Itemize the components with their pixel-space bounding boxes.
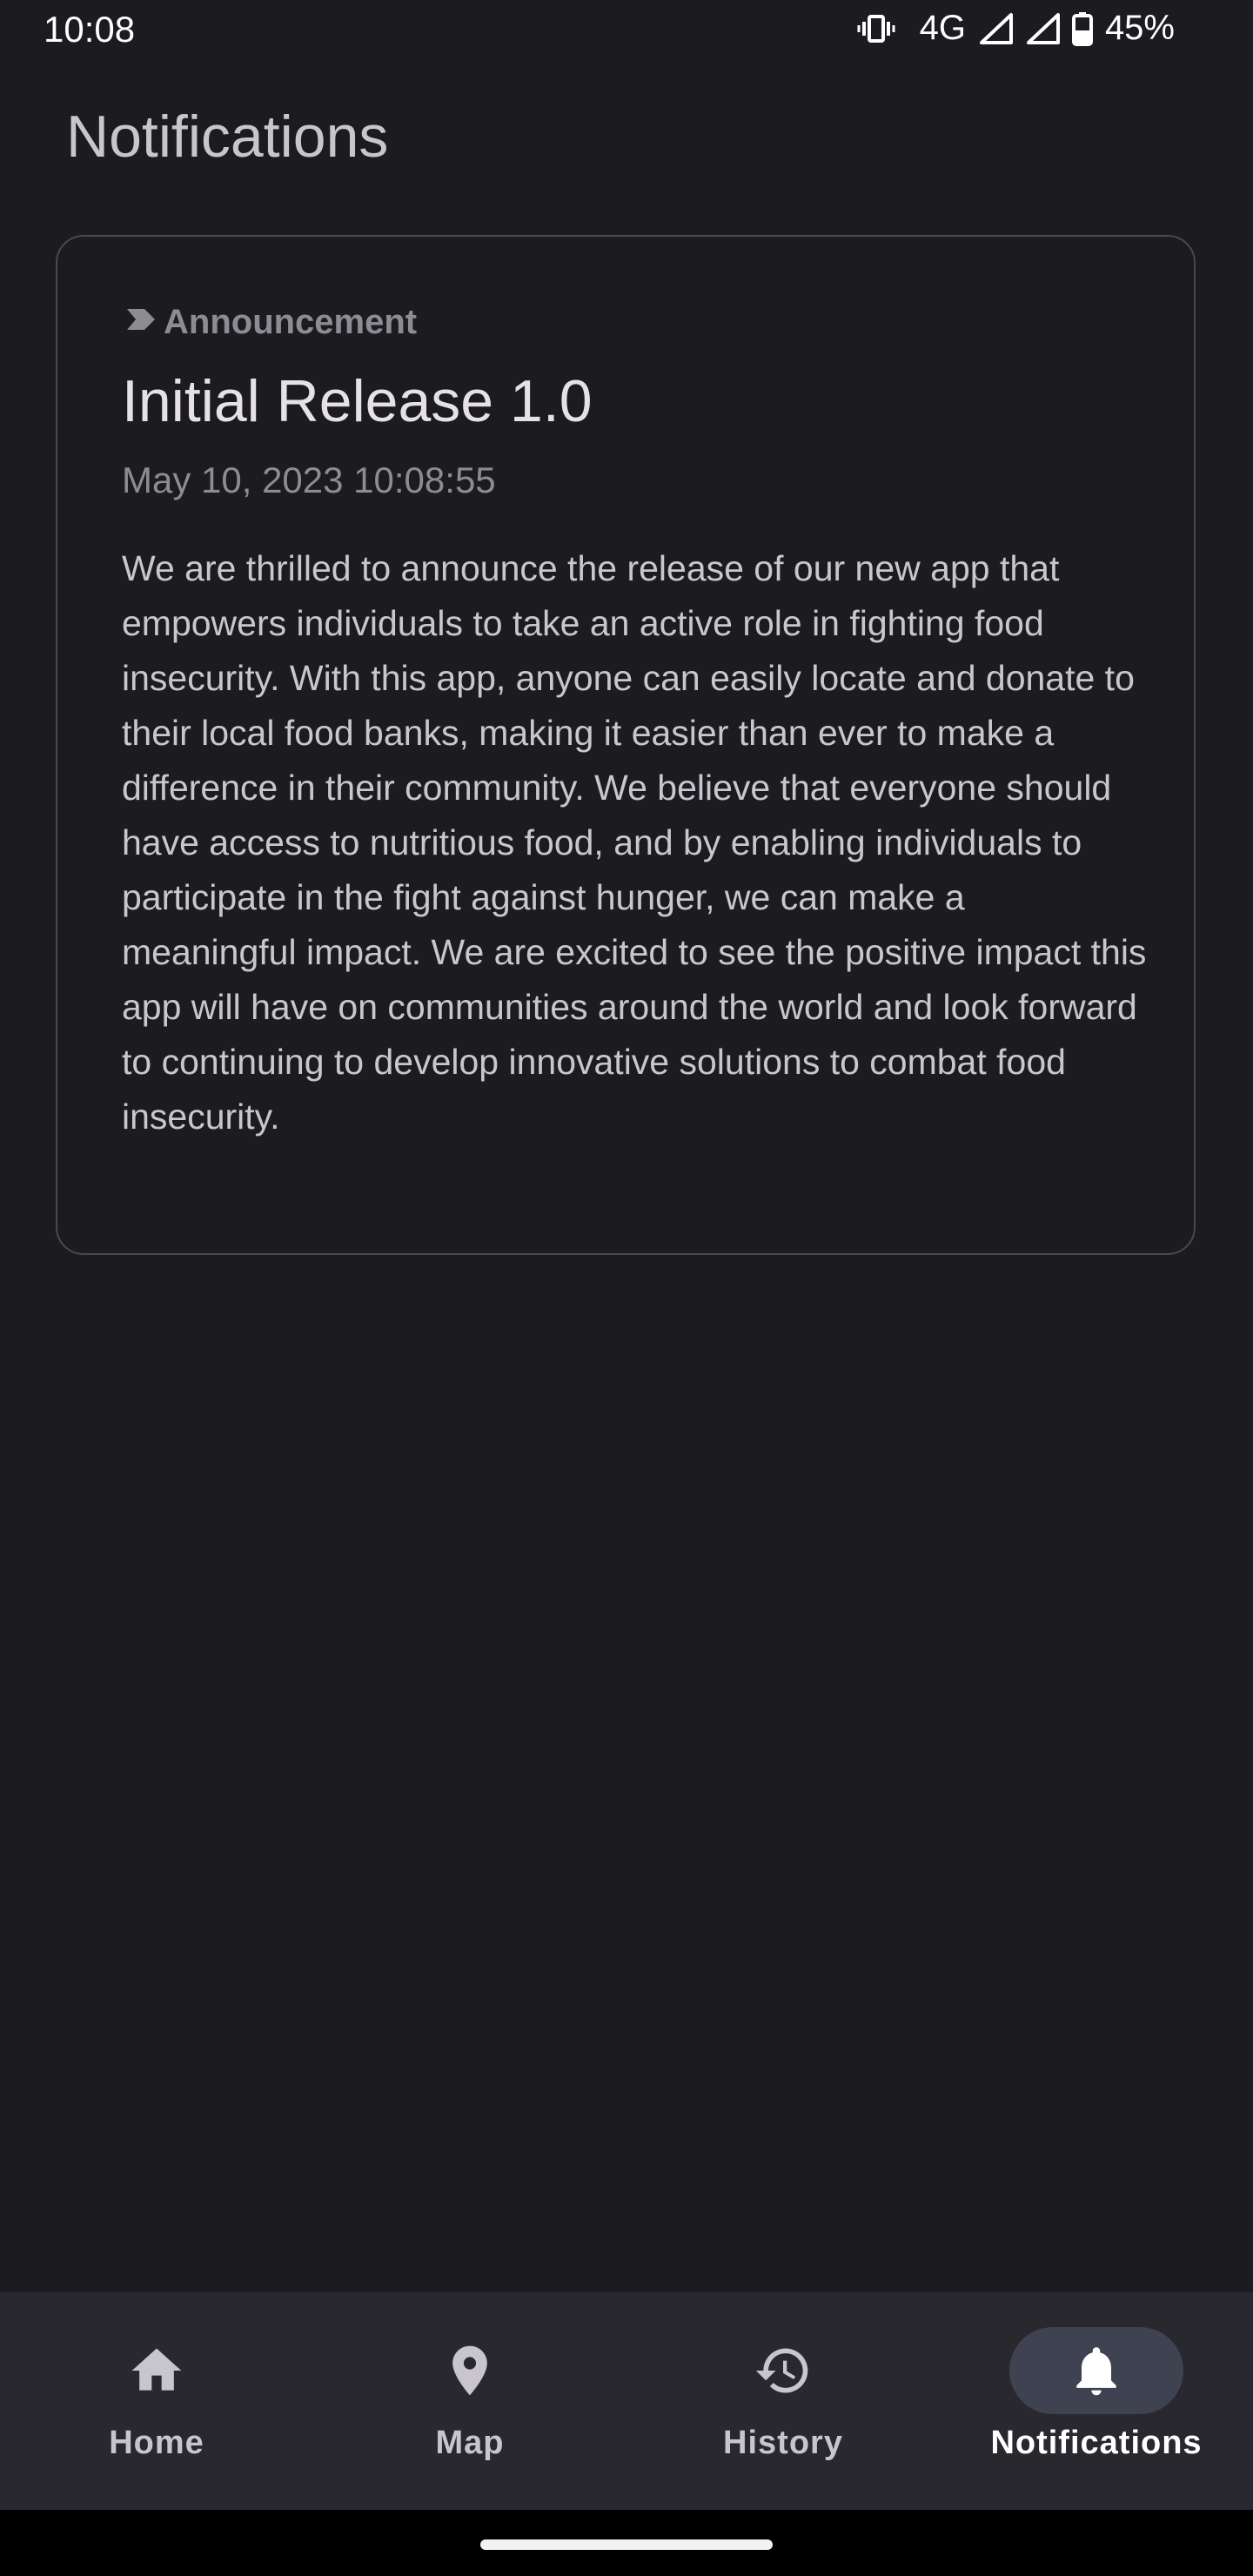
status-icons: 4G 45% bbox=[857, 9, 1175, 48]
vibrate-icon bbox=[857, 11, 895, 46]
nav-item-history[interactable]: History bbox=[626, 2292, 940, 2510]
nav-label-history: History bbox=[723, 2425, 843, 2461]
label-icon bbox=[125, 303, 157, 342]
bell-icon bbox=[1076, 2347, 1116, 2396]
nav-label-home: Home bbox=[109, 2425, 204, 2461]
status-bar: 10:08 4G 45% bbox=[0, 0, 1253, 70]
map-pin-icon bbox=[452, 2345, 487, 2396]
nav-item-notifications[interactable]: Notifications bbox=[940, 2292, 1253, 2510]
notification-tag-label: Announcement bbox=[164, 303, 418, 341]
page-title: Notifications bbox=[66, 104, 389, 170]
signal-icon bbox=[1025, 11, 1060, 46]
gesture-bar bbox=[0, 2510, 1253, 2576]
signal-icon bbox=[978, 11, 1013, 46]
gesture-handle[interactable] bbox=[480, 2539, 773, 2550]
nav-item-home[interactable]: Home bbox=[0, 2292, 313, 2510]
home-icon bbox=[131, 2348, 182, 2391]
network-type: 4G bbox=[919, 9, 966, 47]
notification-body: We are thrilled to announce the release … bbox=[122, 548, 1147, 1137]
bottom-navigation: Home Map History Notifications bbox=[0, 2292, 1253, 2510]
notification-card[interactable]: Announcement Initial Release 1.0 May 10,… bbox=[56, 235, 1196, 1255]
notification-date: May 10, 2023 10:08:55 bbox=[122, 460, 496, 500]
battery-percent: 45% bbox=[1104, 9, 1175, 47]
history-icon bbox=[755, 2348, 808, 2393]
status-time: 10:08 bbox=[44, 9, 136, 50]
notification-tag: Announcement bbox=[125, 303, 417, 342]
battery-icon bbox=[1071, 11, 1093, 46]
notification-title: Initial Release 1.0 bbox=[122, 368, 593, 434]
nav-item-map[interactable]: Map bbox=[313, 2292, 626, 2510]
nav-label-map: Map bbox=[435, 2425, 505, 2461]
nav-label-notifications: Notifications bbox=[990, 2425, 1203, 2461]
